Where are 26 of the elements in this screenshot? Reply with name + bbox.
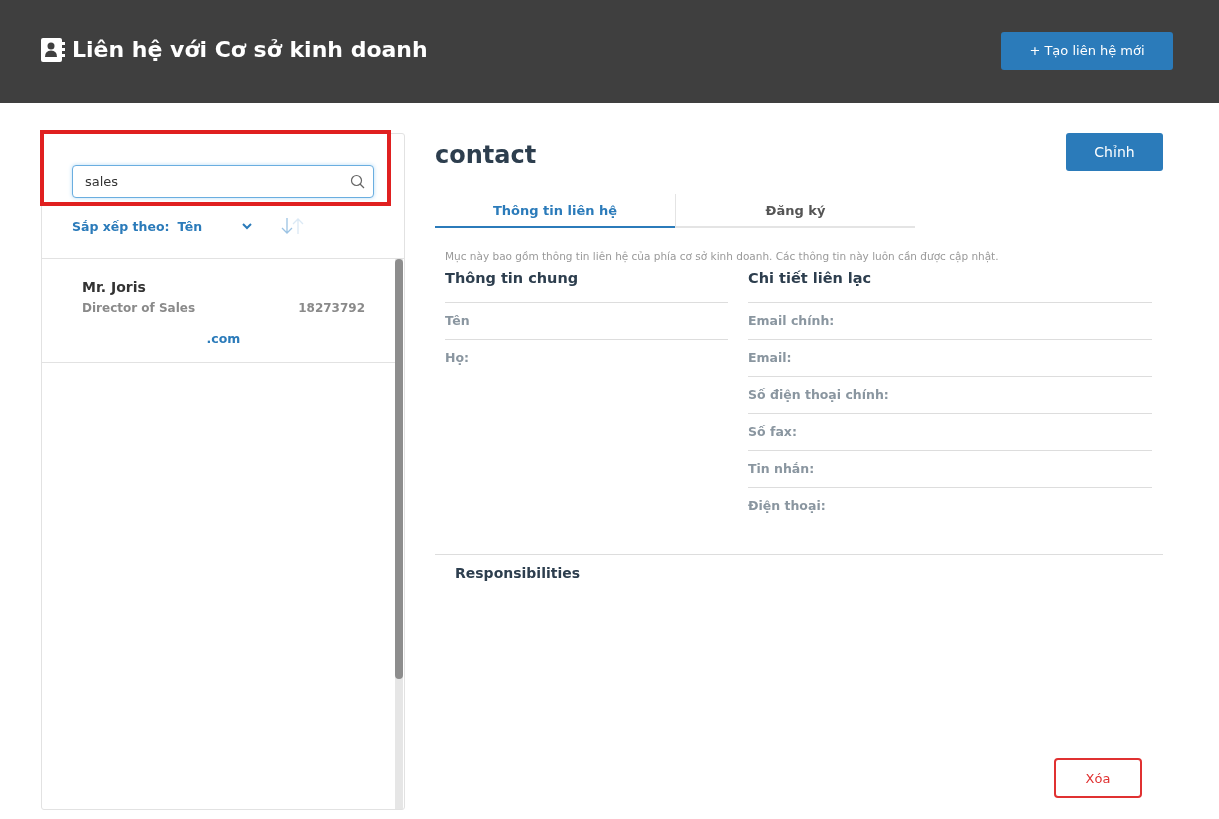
section-heading: Responsibilities — [455, 565, 582, 581]
page-title: Liên hệ với Cơ sở kinh doanh — [72, 37, 428, 62]
new-contact-button[interactable]: + Tạo liên hệ mới — [1001, 31, 1173, 70]
field-label: Họ: — [445, 350, 470, 365]
tab[interactable]: Thông tin liên hệ — [435, 194, 675, 228]
section-heading: Chi tiết liên lạc — [748, 270, 1152, 303]
description-text: Mục này bao gồm thông tin liên hệ của phía cơ sở kinh doanh. Các thông tin này luôn cần được cập nhật. — [445, 250, 1000, 262]
sort-dropdown[interactable]: Tên — [177, 218, 253, 234]
field-label: Tên — [445, 313, 470, 328]
section-heading: Thông tin chung — [445, 270, 728, 303]
field-label: Số điện thoại chính: — [748, 387, 889, 402]
contact-name: Mr. Joris — [82, 279, 147, 295]
contact-email-link[interactable]: .com — [82, 331, 365, 346]
contact-job-title: Director of Sales — [82, 301, 196, 315]
field-label: Số fax: — [748, 424, 797, 439]
field-label: Email chính: — [748, 313, 835, 328]
field-label: Email: — [748, 350, 792, 365]
search-field[interactable]: sales — [72, 165, 374, 198]
contact-title: contact — [435, 141, 537, 169]
tab[interactable]: Đăng ký — [675, 194, 915, 228]
field-label: Tin nhắn: — [748, 461, 815, 476]
field-label: Điện thoại: — [748, 498, 826, 513]
delete-button[interactable]: Xóa — [1054, 758, 1142, 798]
sort-label: Sắp xếp theo: — [72, 218, 170, 234]
edit-button[interactable]: Chỉnh — [1066, 133, 1163, 171]
contact-phone: 18273792 — [298, 301, 365, 315]
